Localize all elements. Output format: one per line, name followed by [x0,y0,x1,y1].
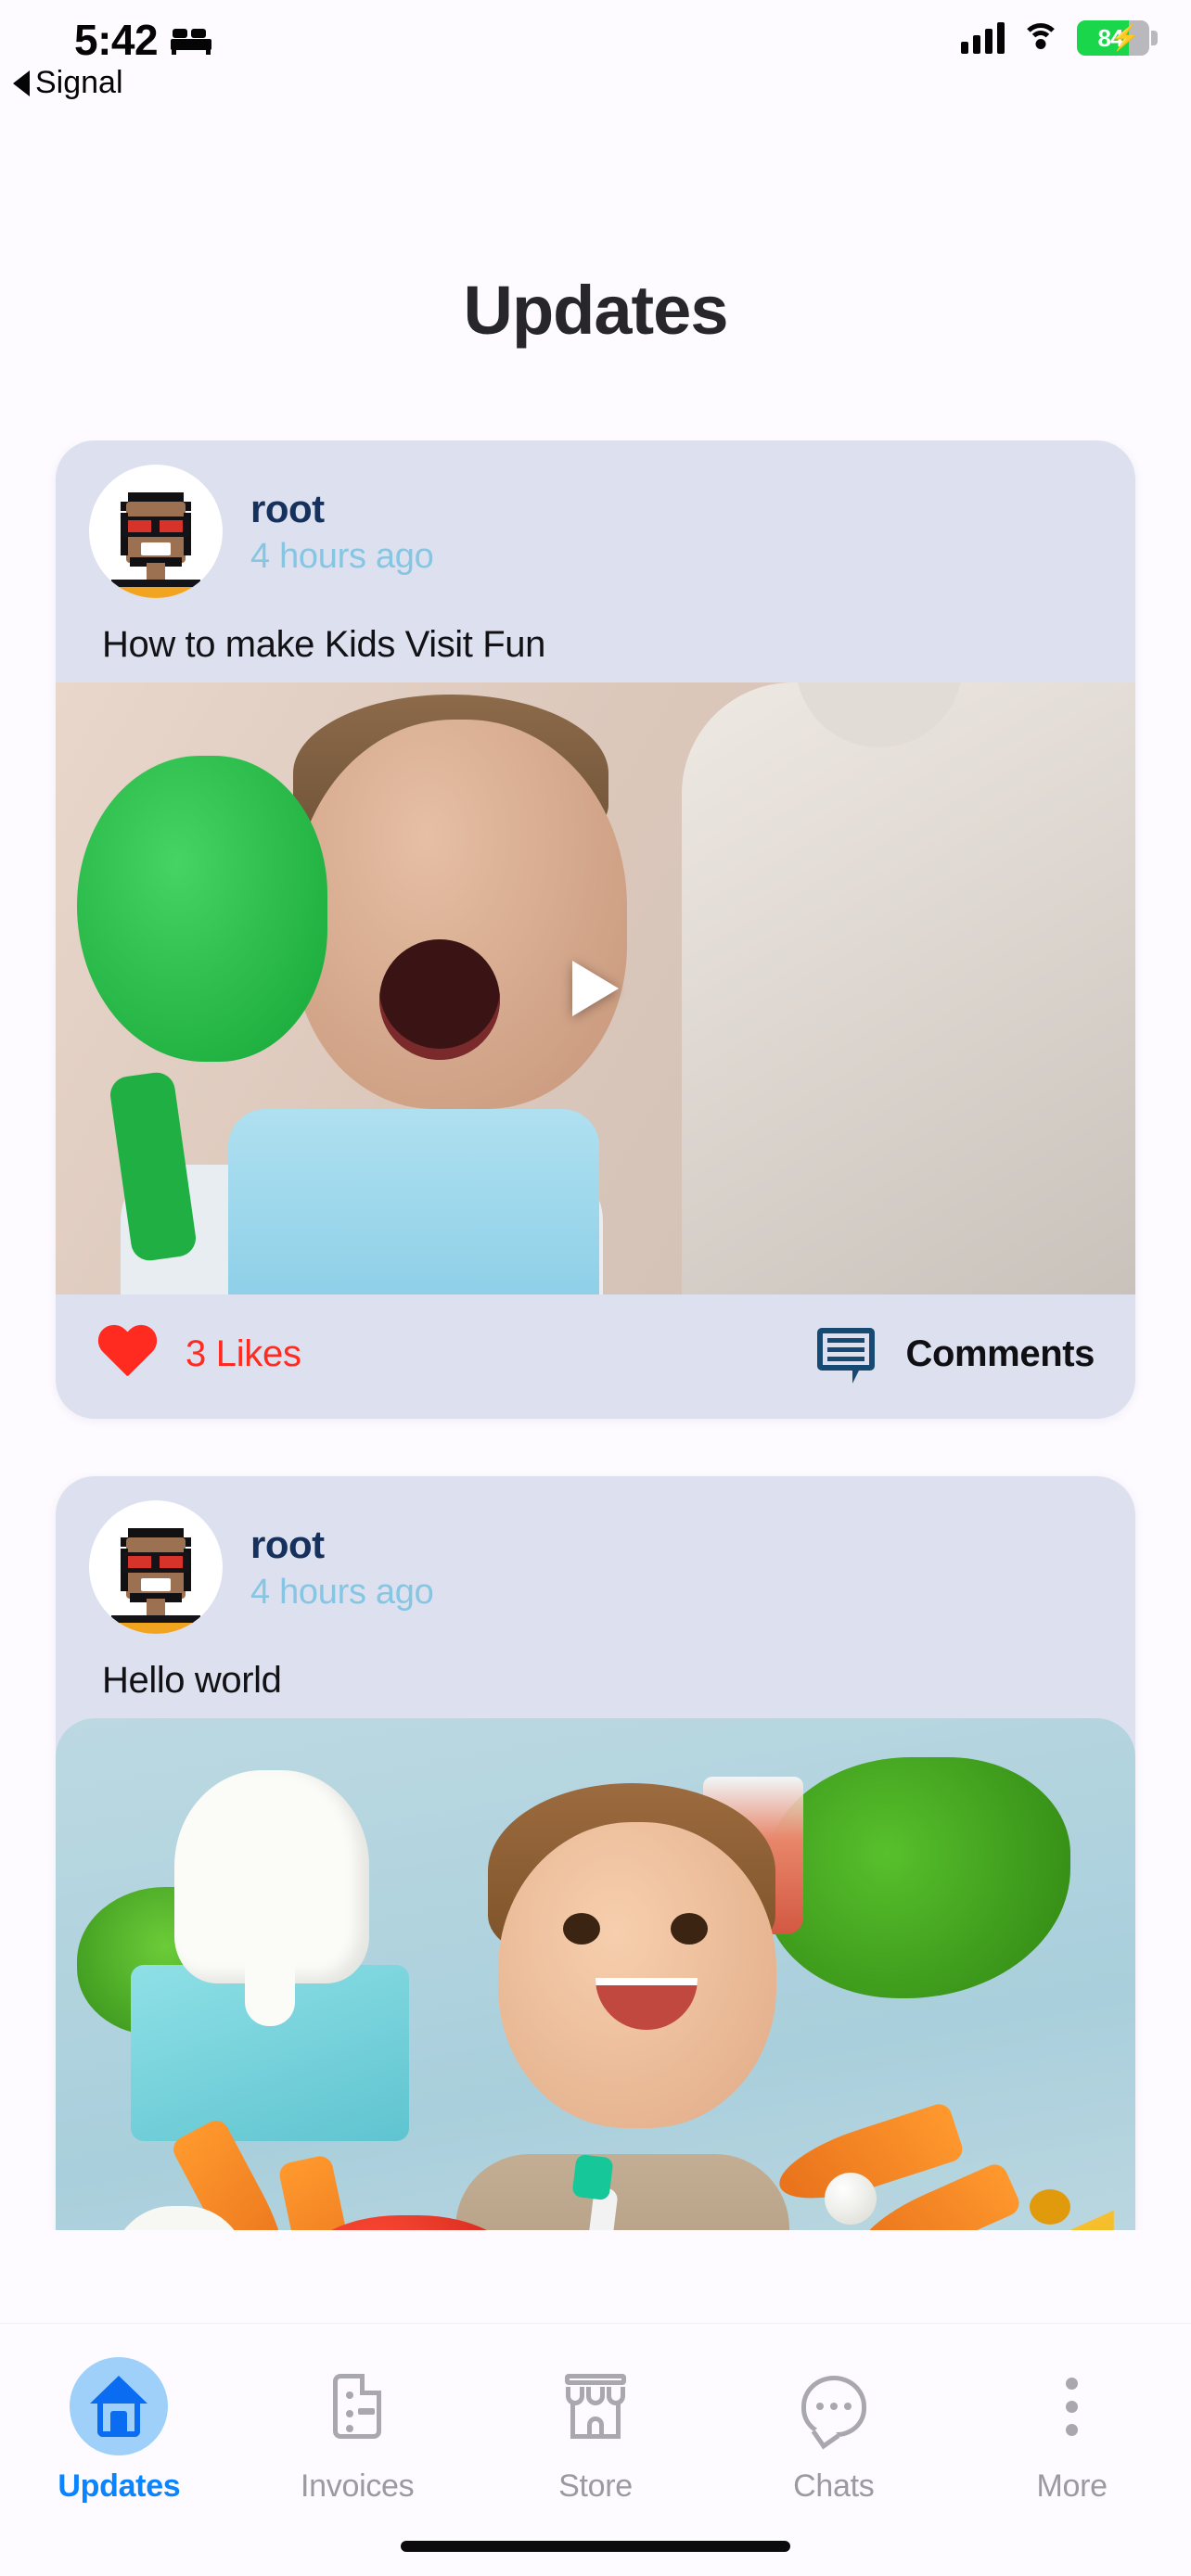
post-card[interactable]: root 4 hours ago Hello world [56,1476,1135,2230]
more-dots-icon [1023,2357,1121,2455]
store-icon [546,2357,645,2455]
avatar[interactable] [89,1500,223,1634]
charging-bolt-icon: ⚡ [1109,23,1141,52]
app-screen: 5:42 Signal 84 ⚡ Updates root 4 hours ag… [0,0,1191,2576]
back-label: Signal [35,65,123,100]
comments-label: Comments [905,1333,1095,1374]
post-text: Hello world [102,1660,282,1701]
page-title: Updates [463,272,729,349]
post-username[interactable]: root [250,487,433,531]
post-image[interactable] [56,1718,1135,2230]
bottom-tab-bar[interactable]: Updates Invoices Store Chats More [0,2324,1191,2576]
post-author-block: root 4 hours ago [250,487,434,577]
tab-more[interactable]: More [953,2357,1191,2505]
post-text: How to make Kids Visit Fun [102,624,545,665]
tab-more-label: More [1036,2468,1108,2504]
like-button[interactable]: 3 Likes [96,1326,301,1382]
post-actions: 3 Likes Comments [56,1294,1135,1419]
status-time-group: 5:42 [74,15,212,65]
heart-icon[interactable] [96,1326,158,1382]
tab-store[interactable]: Store [477,2357,715,2505]
battery-indicator: 84 ⚡ [1077,20,1158,56]
avatar[interactable] [89,465,223,598]
status-indicators: 84 ⚡ [961,20,1158,56]
post-card[interactable]: root 4 hours ago How to make Kids Visit … [56,440,1135,1419]
status-bar: 5:42 Signal 84 ⚡ [0,0,1191,100]
updates-feed[interactable]: root 4 hours ago How to make Kids Visit … [0,440,1191,2230]
tab-updates[interactable]: Updates [0,2357,238,2505]
tab-invoices[interactable]: Invoices [238,2357,477,2505]
chat-icon [785,2357,883,2455]
document-icon [308,2357,406,2455]
back-arrow-icon [13,70,30,96]
tab-updates-label: Updates [58,2468,181,2504]
status-time: 5:42 [74,16,159,64]
wifi-icon [1021,23,1060,53]
tab-invoices-label: Invoices [301,2468,415,2504]
tab-chats-label: Chats [793,2468,875,2504]
home-icon [70,2357,169,2455]
post-timestamp: 4 hours ago [250,1572,434,1612]
comments-button[interactable]: Comments [816,1328,1095,1384]
bed-icon [171,15,212,65]
cellular-bars-icon [961,22,1005,54]
home-indicator[interactable] [401,2541,790,2552]
post-header: root 4 hours ago [56,1476,1135,1639]
post-author-block: root 4 hours ago [250,1523,434,1613]
post-timestamp: 4 hours ago [250,536,434,576]
back-to-signal-button[interactable]: Signal [13,65,123,101]
play-icon[interactable] [572,961,619,1016]
comment-bubble-icon[interactable] [816,1328,875,1384]
tab-chats[interactable]: Chats [714,2357,953,2505]
post-username[interactable]: root [250,1523,433,1567]
post-video[interactable] [56,682,1135,1294]
post-header: root 4 hours ago [56,440,1135,604]
tab-store-label: Store [558,2468,633,2504]
likes-label: 3 Likes [186,1333,301,1374]
